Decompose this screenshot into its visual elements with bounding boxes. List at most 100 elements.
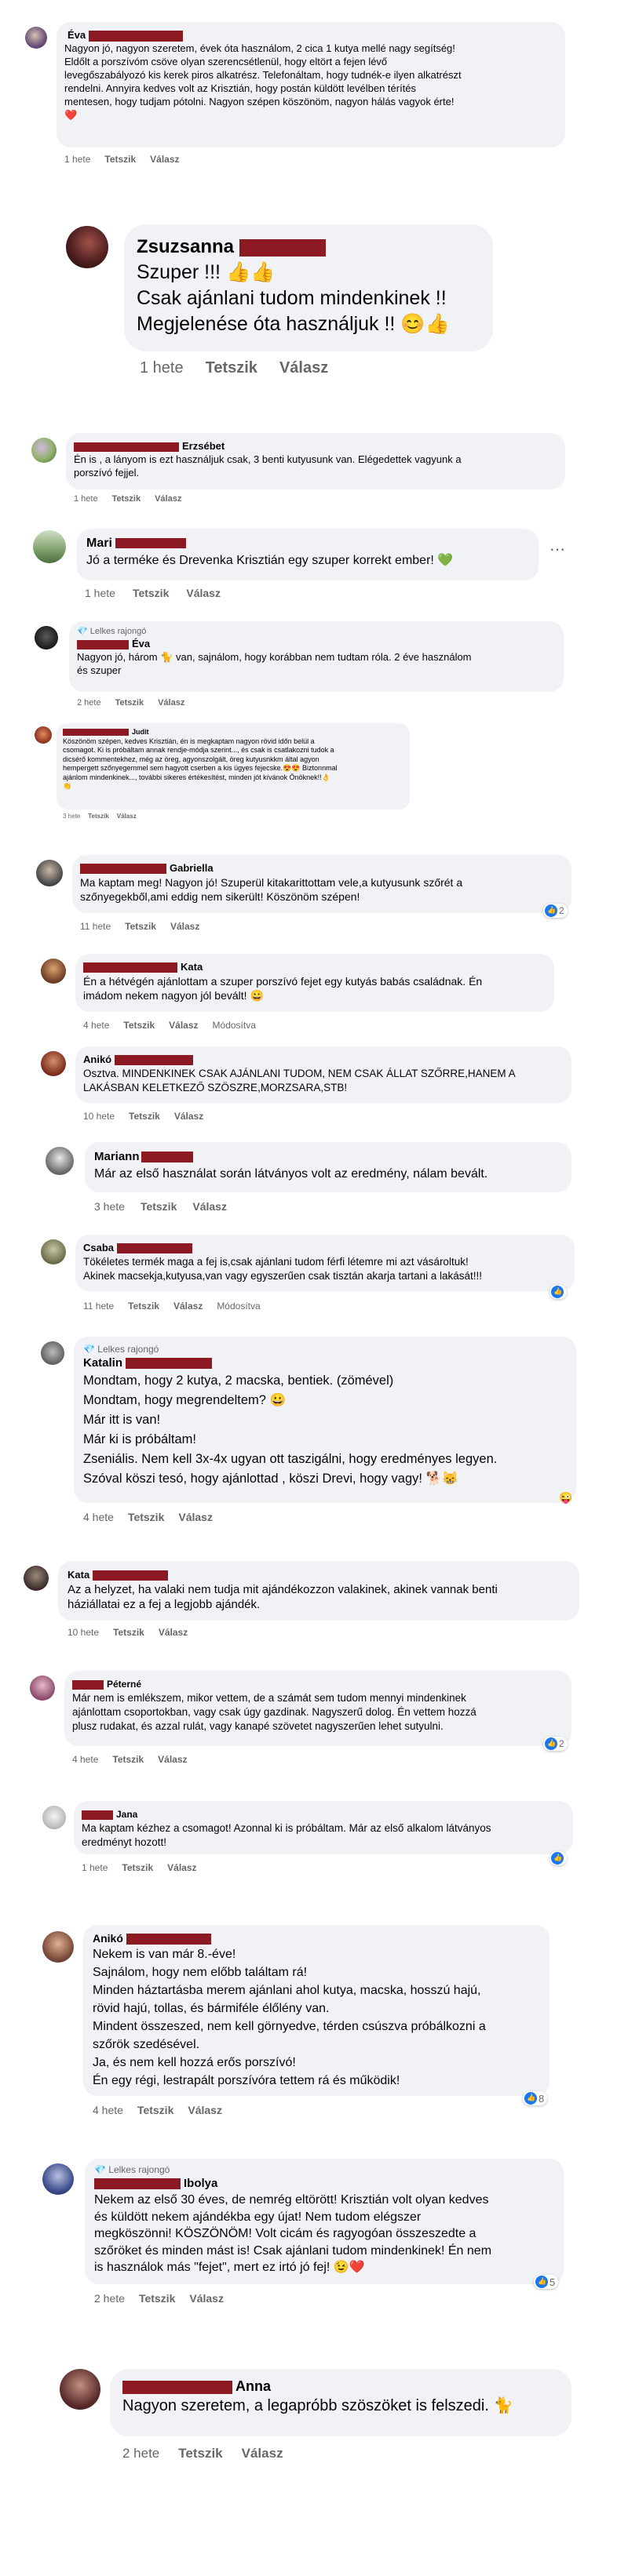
comment-time[interactable]: 4 hete [72, 1754, 98, 1765]
avatar[interactable] [36, 860, 63, 886]
comment-time[interactable]: 11 hete [83, 1301, 114, 1312]
commenter-name[interactable]: Éva [68, 29, 86, 41]
avatar[interactable] [42, 2163, 74, 2195]
comment-time[interactable]: 10 hete [68, 1627, 99, 1638]
reply-button[interactable]: Válasz [159, 1627, 188, 1638]
comment-time[interactable]: 2 hete [122, 2446, 159, 2461]
like-button[interactable]: Tetszik [206, 359, 257, 377]
reply-button[interactable]: Válasz [117, 813, 137, 820]
reply-button[interactable]: Válasz [170, 921, 199, 932]
avatar[interactable] [24, 1566, 49, 1591]
reply-button[interactable]: Válasz [188, 2104, 222, 2116]
like-button[interactable]: Tetszik [141, 1200, 177, 1213]
like-button[interactable]: Tetszik [113, 1627, 144, 1638]
reply-button[interactable]: Válasz [158, 698, 184, 708]
reply-button[interactable]: Válasz [189, 2292, 224, 2305]
commenter-name[interactable]: Ibolya [184, 2177, 217, 2190]
comment-time[interactable]: 3 hete [63, 813, 80, 820]
reply-button[interactable]: Válasz [174, 1111, 203, 1122]
comment-time[interactable]: 1 hete [64, 154, 90, 165]
avatar[interactable] [35, 726, 52, 744]
commenter-name[interactable]: Gabriella [170, 862, 214, 874]
comment-time[interactable]: 2 hete [94, 2292, 125, 2305]
comment-time[interactable]: 1 hete [82, 1862, 108, 1873]
comment-time[interactable]: 2 hete [77, 698, 101, 708]
avatar[interactable] [33, 530, 66, 563]
like-button[interactable]: Tetszik [112, 1754, 144, 1765]
comment-time[interactable]: 4 hete [93, 2104, 123, 2116]
like-button[interactable]: Tetszik [178, 2446, 222, 2461]
comment-actions: 3 hete Tetszik Válasz [94, 1200, 241, 1213]
avatar[interactable] [42, 1806, 66, 1829]
like-button[interactable]: Tetszik [128, 1511, 164, 1523]
avatar[interactable] [46, 1147, 74, 1175]
comment-time[interactable]: 1 hete [85, 587, 115, 599]
like-button[interactable]: Tetszik [137, 2104, 173, 2116]
commenter-name[interactable]: Mariann [94, 1150, 140, 1163]
reply-button[interactable]: Válasz [167, 1862, 196, 1873]
like-button[interactable]: Tetszik [88, 813, 109, 820]
avatar[interactable] [41, 959, 66, 984]
commenter-name[interactable]: Péterné [107, 1679, 141, 1690]
commenter-name[interactable]: Anikó [83, 1053, 111, 1065]
commenter-name[interactable]: Anna [236, 2378, 271, 2394]
reply-button[interactable]: Válasz [169, 1020, 198, 1031]
avatar[interactable] [31, 438, 57, 463]
comment-time[interactable]: 1 hete [140, 359, 184, 377]
avatar[interactable] [41, 1239, 66, 1264]
like-button[interactable]: Tetszik [112, 494, 141, 504]
like-button[interactable]: Tetszik [123, 1020, 155, 1031]
commenter-name[interactable]: Csaba [83, 1242, 114, 1253]
avatar[interactable] [25, 27, 47, 49]
like-button[interactable]: Tetszik [139, 2292, 175, 2305]
like-button[interactable]: Tetszik [125, 921, 156, 932]
commenter-name[interactable]: Jana [116, 1809, 137, 1820]
comment-time[interactable]: 4 hete [83, 1020, 109, 1031]
comment-time[interactable]: 10 hete [83, 1111, 115, 1122]
like-button[interactable]: Tetszik [115, 698, 144, 708]
reply-button[interactable]: Válasz [155, 494, 181, 504]
redacted-name [126, 1934, 211, 1945]
avatar[interactable] [30, 1675, 55, 1701]
comment-time[interactable]: 1 hete [74, 494, 98, 504]
more-options-icon[interactable]: ⋯ [550, 540, 566, 559]
avatar[interactable] [60, 2369, 100, 2410]
reply-button[interactable]: Válasz [173, 1301, 203, 1312]
reply-button[interactable]: Válasz [150, 154, 179, 165]
like-button[interactable]: Tetszik [129, 1111, 160, 1122]
reaction-icon[interactable]: 😜 [557, 1490, 575, 1505]
comment-time[interactable]: 4 hete [83, 1511, 114, 1523]
commenter-name[interactable]: Kata [181, 961, 203, 973]
avatar[interactable] [41, 1051, 66, 1076]
comment-time[interactable]: 3 hete [94, 1200, 125, 1213]
commenter-name[interactable]: Anikó [93, 1932, 123, 1945]
reaction-count[interactable]: 5 [534, 2275, 559, 2289]
reaction-count[interactable]: 8 [523, 2091, 548, 2105]
reply-button[interactable]: Válasz [279, 359, 328, 377]
commenter-name[interactable]: Éva [132, 638, 150, 649]
commenter-name[interactable]: Erzsébet [182, 440, 225, 452]
commenter-name[interactable]: Kata [68, 1569, 89, 1581]
reply-button[interactable]: Válasz [186, 587, 221, 599]
like-button[interactable]: Tetszik [128, 1301, 159, 1312]
avatar[interactable] [66, 226, 108, 268]
avatar[interactable] [41, 1341, 64, 1365]
like-button[interactable]: Tetszik [133, 587, 169, 599]
like-button[interactable]: Tetszik [104, 154, 136, 165]
reply-button[interactable]: Válasz [158, 1754, 187, 1765]
reply-button[interactable]: Válasz [192, 1200, 227, 1213]
reaction-count[interactable] [550, 1285, 567, 1299]
commenter-name[interactable]: Zsuzsanna [137, 236, 234, 257]
avatar[interactable] [42, 1931, 74, 1963]
commenter-name[interactable]: Mari [86, 537, 112, 550]
like-button[interactable]: Tetszik [122, 1862, 153, 1873]
reaction-count[interactable] [550, 1851, 567, 1865]
reply-button[interactable]: Válasz [242, 2446, 283, 2461]
commenter-name[interactable]: Katalin [83, 1356, 122, 1370]
avatar[interactable] [35, 626, 58, 649]
commenter-name[interactable]: Judit [132, 728, 149, 736]
reply-button[interactable]: Válasz [178, 1511, 213, 1523]
comment-time[interactable]: 11 hete [80, 921, 111, 932]
reaction-count[interactable]: 2 [543, 1737, 568, 1751]
reaction-count[interactable]: 2 [543, 904, 568, 918]
